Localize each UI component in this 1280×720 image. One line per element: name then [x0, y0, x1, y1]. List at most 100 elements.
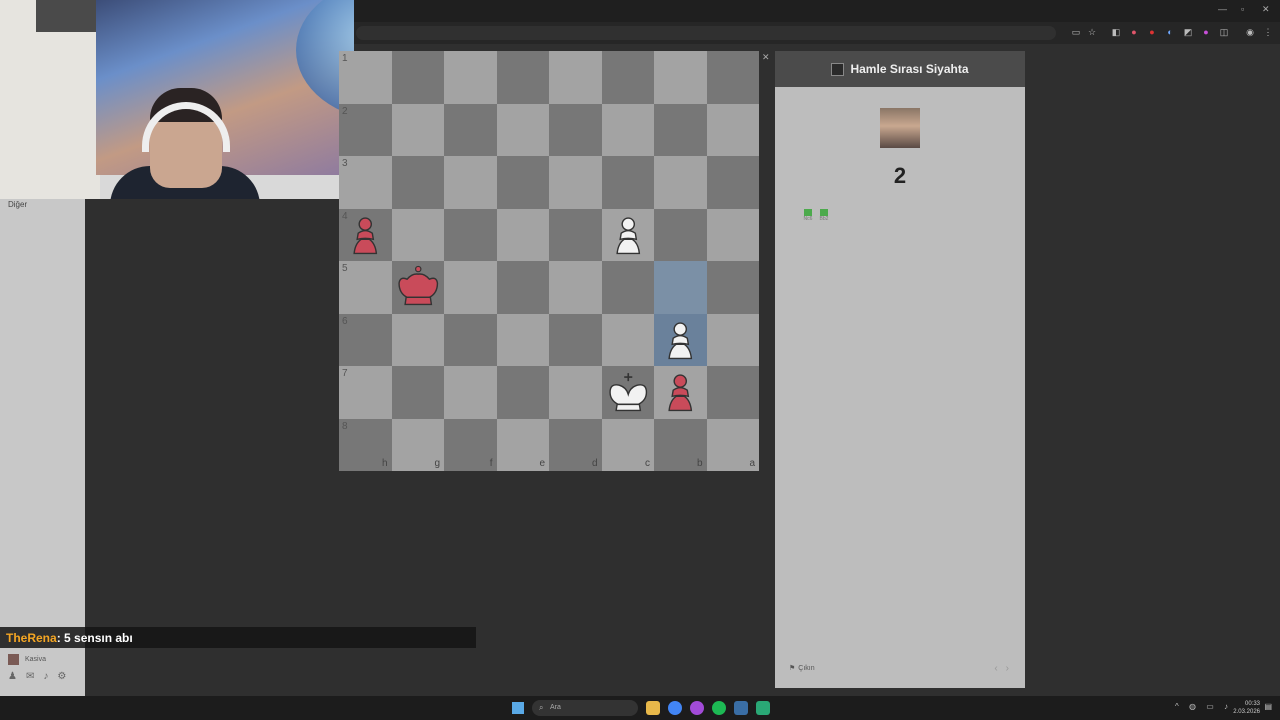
board-square-f3[interactable] [444, 156, 497, 209]
board-square-f7[interactable] [444, 366, 497, 419]
board-square-d5[interactable] [549, 261, 602, 314]
board-square-b8[interactable]: b [654, 418, 707, 471]
board-square-h4[interactable]: 4 [339, 208, 392, 262]
board-square-g8[interactable]: g [391, 418, 444, 471]
board-square-g7[interactable] [391, 366, 444, 419]
close-icon[interactable]: ✕ [762, 52, 770, 63]
extension-icon[interactable]: ● [1200, 26, 1212, 38]
board-square-a5[interactable] [706, 261, 759, 314]
maximize-icon[interactable]: ▫ [1241, 4, 1244, 14]
board-square-h3[interactable]: 3 [339, 156, 392, 209]
board-square-h7[interactable]: 7 [339, 366, 392, 419]
board-square-f4[interactable] [444, 208, 497, 261]
board-square-g5[interactable] [391, 261, 444, 314]
board-square-f8[interactable]: f [444, 418, 497, 471]
board-square-a4[interactable] [706, 208, 759, 261]
extension-icon[interactable]: ◩ [1182, 26, 1194, 38]
star-icon[interactable]: ☆ [1086, 26, 1098, 38]
board-square-g3[interactable] [391, 156, 444, 209]
spotify-icon[interactable] [712, 701, 726, 715]
board-square-c1[interactable] [601, 51, 654, 104]
board-square-e8[interactable]: e [496, 418, 549, 471]
resign-button[interactable]: ⚑ Çıkın [789, 664, 815, 673]
board-square-c4[interactable] [601, 208, 654, 261]
bell-icon[interactable]: ♪ [43, 671, 48, 682]
board-square-a2[interactable] [706, 103, 759, 156]
sidebar-user[interactable]: Kasiva [8, 654, 46, 665]
board-square-b6[interactable] [654, 313, 707, 367]
board-square-g6[interactable] [391, 313, 444, 366]
install-icon[interactable]: ▭ [1070, 26, 1082, 38]
board-square-e6[interactable] [496, 313, 549, 366]
board-square-e1[interactable] [496, 51, 549, 104]
white-pawn-icon[interactable] [654, 314, 707, 367]
board-square-g2[interactable] [391, 103, 444, 156]
browser-icon[interactable] [690, 701, 704, 715]
chrome-icon[interactable] [668, 701, 682, 715]
board-square-f2[interactable] [444, 103, 497, 156]
board-square-e2[interactable] [496, 103, 549, 156]
extension-icon[interactable]: ● [1146, 26, 1158, 38]
clock[interactable]: 00:33 2.03.2026 [1233, 700, 1260, 716]
folder-icon[interactable] [646, 701, 660, 715]
notification-icon[interactable]: ▤ [1264, 702, 1272, 711]
board-square-a7[interactable] [706, 366, 759, 419]
search-input[interactable]: ⌕ Ara [532, 700, 638, 716]
move-entry[interactable]: Bb2 [819, 209, 829, 222]
board-square-c8[interactable]: c [601, 418, 654, 471]
board-square-d6[interactable] [549, 313, 602, 366]
board-square-f1[interactable] [444, 51, 497, 104]
board-square-a1[interactable] [706, 51, 759, 104]
system-tray[interactable]: ^ ◍ ▭ ♪ [1175, 702, 1232, 711]
board-square-f6[interactable] [444, 313, 497, 366]
board-square-c7[interactable] [601, 366, 655, 419]
board-square-f5[interactable] [444, 261, 497, 314]
extension-icon[interactable]: ◐ [1164, 26, 1176, 38]
board-square-b5[interactable] [654, 261, 707, 314]
profile-icon[interactable]: ◉ [1244, 26, 1256, 38]
windows-start-icon[interactable] [512, 702, 524, 714]
board-square-g4[interactable] [391, 208, 444, 261]
extension-icon[interactable]: ● [1128, 26, 1140, 38]
friends-icon[interactable]: ♟ [8, 671, 17, 682]
board-square-c2[interactable] [601, 103, 654, 156]
extension-icon[interactable]: ◧ [1110, 26, 1122, 38]
board-square-b3[interactable] [654, 156, 707, 209]
board-square-d3[interactable] [549, 156, 602, 209]
app-icon[interactable] [756, 701, 770, 715]
board-square-d2[interactable] [549, 103, 602, 156]
board-square-e3[interactable] [496, 156, 549, 209]
mail-icon[interactable]: ✉ [26, 671, 34, 682]
board-square-e7[interactable] [496, 366, 549, 419]
board-square-a8[interactable]: a [706, 418, 759, 471]
board-square-c6[interactable] [601, 313, 654, 366]
board-square-h6[interactable]: 6 [339, 313, 392, 366]
steam-icon[interactable] [734, 701, 748, 715]
board-square-c3[interactable] [601, 156, 654, 209]
close-window-icon[interactable]: ✕ [1262, 4, 1270, 15]
puzzle-icon[interactable]: ◫ [1218, 26, 1230, 38]
board-square-h5[interactable]: 5 [339, 261, 392, 314]
board-square-d7[interactable] [549, 366, 602, 419]
board-square-a6[interactable] [706, 313, 759, 366]
board-square-g1[interactable] [391, 51, 444, 104]
board-square-e5[interactable] [496, 261, 549, 314]
red-pawn-icon[interactable] [339, 209, 392, 262]
board-square-d8[interactable]: d [549, 418, 602, 471]
board-square-d1[interactable] [549, 51, 602, 104]
sidebar-item-other[interactable]: Diğer [8, 200, 27, 209]
board-square-b7[interactable] [654, 366, 707, 419]
board-square-h2[interactable]: 2 [339, 103, 392, 156]
chevron-right-icon[interactable]: › [1006, 663, 1009, 674]
minimize-icon[interactable]: — [1218, 4, 1227, 14]
address-bar[interactable] [356, 26, 1056, 40]
move-entry[interactable]: Nc6 [803, 209, 813, 222]
white-king-icon[interactable] [602, 366, 655, 419]
board-square-a3[interactable] [706, 156, 759, 209]
board-square-b1[interactable] [654, 51, 707, 104]
board-square-e4[interactable] [496, 208, 549, 261]
board-square-c5[interactable] [601, 261, 654, 314]
red-pawn-icon[interactable] [654, 366, 707, 419]
board-square-b2[interactable] [654, 103, 707, 156]
board-square-d4[interactable] [549, 208, 602, 261]
